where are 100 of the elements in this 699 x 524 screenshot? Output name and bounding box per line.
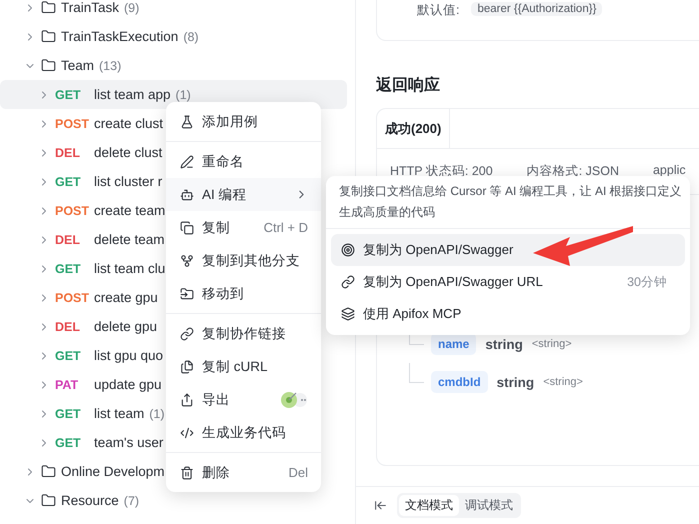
http-method: GET — [55, 262, 82, 276]
menu-item[interactable]: 移动到 — [166, 277, 321, 310]
endpoint-row[interactable]: POST create team — [0, 196, 166, 225]
default-label: 默认值: — [417, 2, 460, 19]
endpoint-row[interactable]: POST create clust — [0, 109, 164, 138]
submenu-item[interactable]: 复制为 OpenAPI/Swagger URL 30分钟 — [331, 266, 685, 298]
endpoint-name: delete clust — [94, 145, 162, 160]
item-count: (9) — [124, 0, 140, 14]
pen-icon — [180, 154, 194, 168]
folder-row[interactable]: Online Developm — [0, 457, 165, 486]
endpoint-row[interactable]: DEL delete clust — [0, 138, 162, 167]
share-icon — [180, 392, 194, 406]
submenu-item[interactable]: 复制为 OpenAPI/Swagger — [331, 234, 685, 266]
endpoint-row[interactable]: GET list cluster r — [0, 167, 162, 196]
endpoint-row[interactable]: GET list team clu — [0, 254, 166, 283]
branch-icon — [180, 254, 194, 268]
section-title: 返回响应 — [376, 75, 441, 96]
flask-icon — [180, 114, 194, 128]
endpoint-row[interactable]: DEL delete gpu — [0, 312, 158, 341]
http-method: POST — [55, 116, 89, 130]
meta-text: applic — [652, 163, 686, 179]
endpoint-row[interactable]: GET list team (1) — [0, 399, 165, 428]
menu-item[interactable]: 生成业务代码 — [166, 416, 321, 449]
collapse-icon[interactable] — [374, 499, 387, 512]
item-count: (8) — [183, 30, 199, 44]
endpoint-name: create team — [94, 203, 166, 218]
folder-row[interactable]: Resource (7) — [0, 486, 140, 515]
endpoint-row[interactable]: PAT update gpu — [0, 370, 162, 399]
target-icon — [341, 243, 355, 257]
item-count: (13) — [99, 58, 122, 72]
copy-icon — [180, 220, 194, 234]
endpoint-name: list team clu — [94, 261, 166, 276]
folder-name: Team — [61, 58, 94, 73]
files-icon — [180, 360, 194, 374]
menu-item[interactable]: 删除 Del — [166, 456, 321, 489]
http-method: DEL — [55, 146, 81, 160]
endpoint-name: list gpu quo — [94, 348, 164, 363]
folder-name: TrainTaskExecution — [61, 29, 178, 44]
menu-item[interactable]: 复制 Ctrl + D — [166, 211, 321, 244]
layers-icon — [341, 307, 355, 321]
item-count: (7) — [124, 494, 140, 508]
item-count: (1) — [149, 406, 165, 420]
field-format: <string> — [532, 338, 572, 350]
folder-row[interactable]: Team (13) — [0, 51, 122, 80]
endpoint-row[interactable]: GET list team app (1) — [0, 80, 347, 109]
endpoint-name: create clust — [94, 116, 164, 131]
endpoint-name: list team app — [94, 87, 171, 102]
item-count: (1) — [176, 88, 191, 102]
endpoint-name: list team — [94, 406, 144, 421]
endpoint-name: create gpu — [94, 290, 158, 305]
folder-icon — [41, 0, 56, 15]
http-method: GET — [55, 174, 82, 188]
field-type: string — [485, 336, 523, 352]
field-name: cmdbId — [431, 371, 488, 393]
folder-name: Online Developm — [61, 464, 165, 479]
menu-item[interactable]: 复制协作链接 — [166, 317, 321, 350]
submenu-description: 复制接口文档信息给 Cursor 等 AI 编程工具，让 AI 根据接口定义生成高质量的代码 — [326, 181, 690, 229]
folder-icon — [180, 286, 194, 300]
folder-icon — [41, 29, 56, 44]
http-method: POST — [55, 204, 89, 218]
menu-item[interactable]: AI 编程 — [166, 178, 321, 211]
menu-item[interactable]: 导出 — [166, 383, 321, 416]
endpoint-row[interactable]: GET list gpu quo — [0, 341, 164, 370]
tree-line — [409, 363, 424, 383]
http-method: POST — [55, 290, 89, 304]
field-name: name — [431, 333, 476, 355]
link-icon — [341, 275, 355, 289]
field-format: <string> — [543, 376, 583, 388]
folder-icon — [41, 464, 56, 479]
endpoint-row[interactable]: DEL delete team — [0, 225, 165, 254]
field-type: string — [496, 374, 534, 390]
default-value: bearer {{Authorization}} — [471, 2, 602, 16]
link-icon — [180, 326, 194, 340]
http-method: DEL — [55, 320, 81, 334]
bot-icon — [180, 188, 194, 202]
trash-icon — [180, 466, 194, 480]
menu-item[interactable]: 重命名 — [166, 145, 321, 178]
menu-item[interactable]: 复制到其他分支 — [166, 244, 321, 277]
code-icon — [180, 426, 194, 440]
folder-row[interactable]: TrainTask (9) — [0, 0, 140, 22]
folder-name: Resource — [61, 493, 119, 508]
endpoint-name: delete team — [94, 232, 165, 247]
meta-text: 内容格式: JSON — [526, 163, 619, 180]
submenu-item[interactable]: 使用 Apifox MCP — [331, 298, 685, 330]
folder-row[interactable]: TrainTaskExecution (8) — [0, 22, 199, 51]
mode-tab[interactable]: 调试模式 — [459, 495, 519, 516]
endpoint-name: list cluster r — [94, 174, 162, 189]
folder-icon — [41, 58, 56, 73]
menu-item[interactable]: 复制 cURL — [166, 350, 321, 383]
folder-name: TrainTask — [61, 0, 120, 15]
endpoint-name: update gpu — [94, 377, 162, 392]
endpoint-name: team's user — [94, 435, 164, 450]
mode-tab[interactable]: 文档模式 — [399, 495, 459, 516]
endpoint-name: delete gpu — [94, 319, 158, 334]
endpoint-row[interactable]: POST create gpu — [0, 283, 158, 312]
endpoint-row[interactable]: GET team's user — [0, 428, 164, 457]
http-method: GET — [55, 436, 82, 450]
http-method: GET — [55, 88, 82, 102]
folder-icon — [41, 493, 56, 508]
http-method: GET — [55, 348, 82, 362]
